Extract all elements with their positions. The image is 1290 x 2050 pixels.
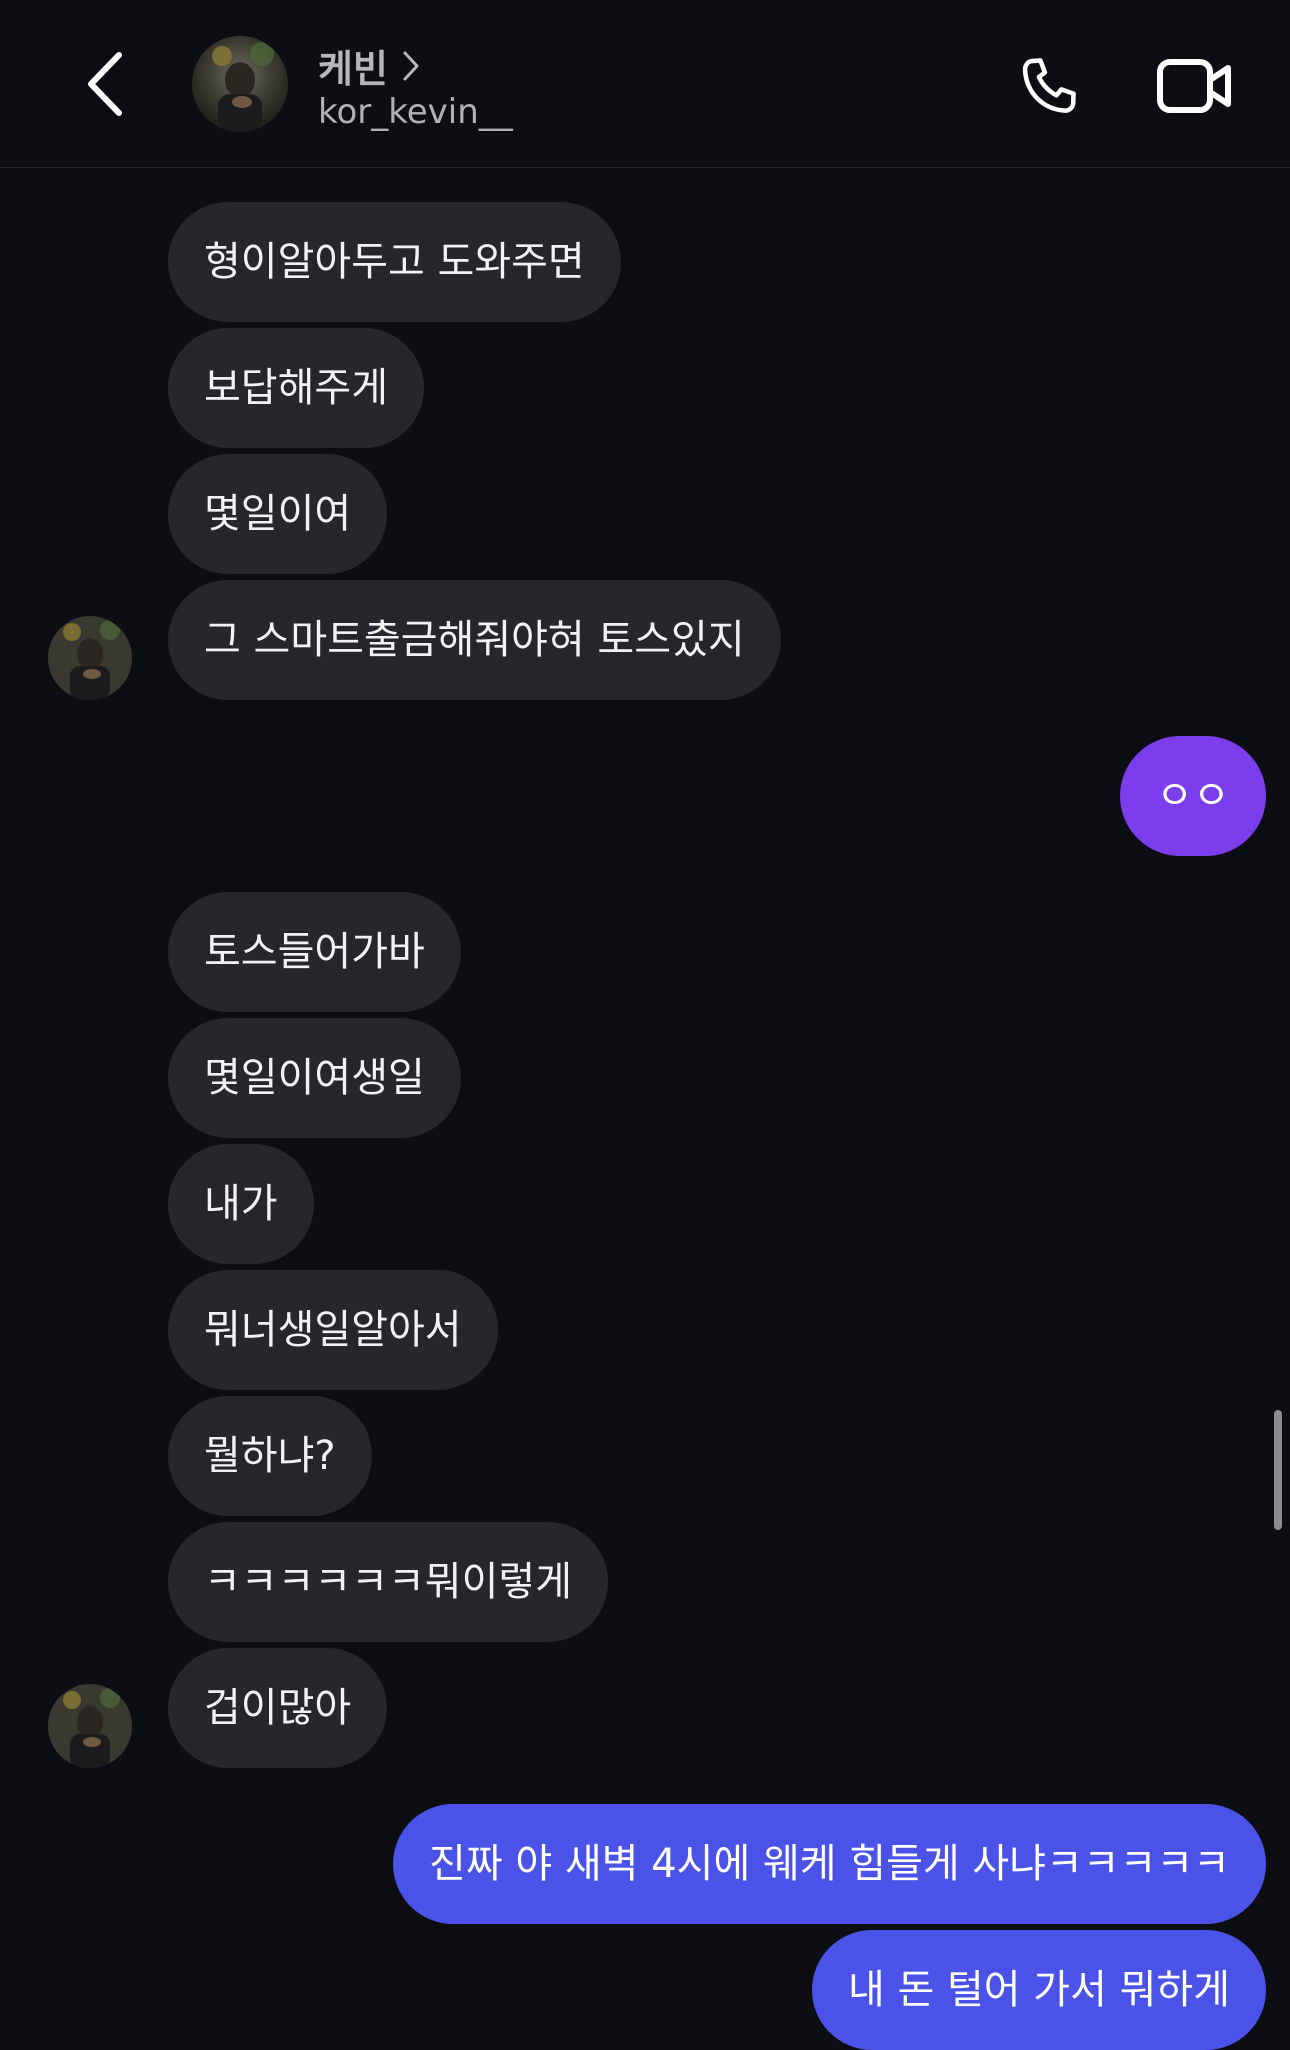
incoming-message[interactable]: 뭘하냐?	[168, 1396, 372, 1516]
incoming-message[interactable]: 형이알아두고 도와주면	[168, 202, 621, 322]
contact-name-button[interactable]: 케빈	[318, 38, 420, 93]
sender-avatar[interactable]	[48, 616, 132, 700]
incoming-message[interactable]: 몇일이여	[168, 454, 388, 574]
video-camera-icon	[1157, 59, 1231, 113]
outgoing-message[interactable]: 진짜 야 새벽 4시에 웨케 힘들게 사냐ㅋㅋㅋㅋㅋ	[393, 1804, 1266, 1924]
contact-display-name: 케빈	[318, 47, 388, 91]
incoming-message[interactable]: 겁이많아	[168, 1648, 388, 1768]
chat-header: 케빈 kor_kevin__	[0, 0, 1290, 168]
chevron-left-icon	[88, 52, 122, 116]
scrollbar[interactable]	[1274, 1410, 1282, 1530]
back-button[interactable]	[70, 42, 140, 126]
incoming-message[interactable]: 내가	[168, 1144, 314, 1264]
incoming-message[interactable]: 토스들어가바	[168, 892, 461, 1012]
incoming-message[interactable]: 뭐너생일알아서	[168, 1270, 498, 1390]
profile-avatar[interactable]	[192, 36, 288, 132]
video-call-button[interactable]	[1150, 46, 1240, 126]
outgoing-message[interactable]: 내 돈 털어 가서 뭐하게	[811, 1930, 1266, 2050]
chevron-right-icon	[403, 51, 419, 80]
incoming-message[interactable]: 그 스마트출금해줘야혀 토스있지	[168, 580, 781, 700]
contact-username: kor_kevin__	[318, 92, 513, 132]
outgoing-message[interactable]: ㅇㅇ	[1120, 736, 1266, 856]
incoming-message[interactable]: 몇일이여생일	[168, 1018, 461, 1138]
phone-icon	[1022, 58, 1076, 113]
audio-call-button[interactable]	[1010, 46, 1090, 126]
incoming-message[interactable]: ㅋㅋㅋㅋㅋㅋ뭐이렇게	[168, 1522, 608, 1642]
incoming-message[interactable]: 보답해주게	[168, 328, 424, 448]
sender-avatar[interactable]	[48, 1684, 132, 1768]
